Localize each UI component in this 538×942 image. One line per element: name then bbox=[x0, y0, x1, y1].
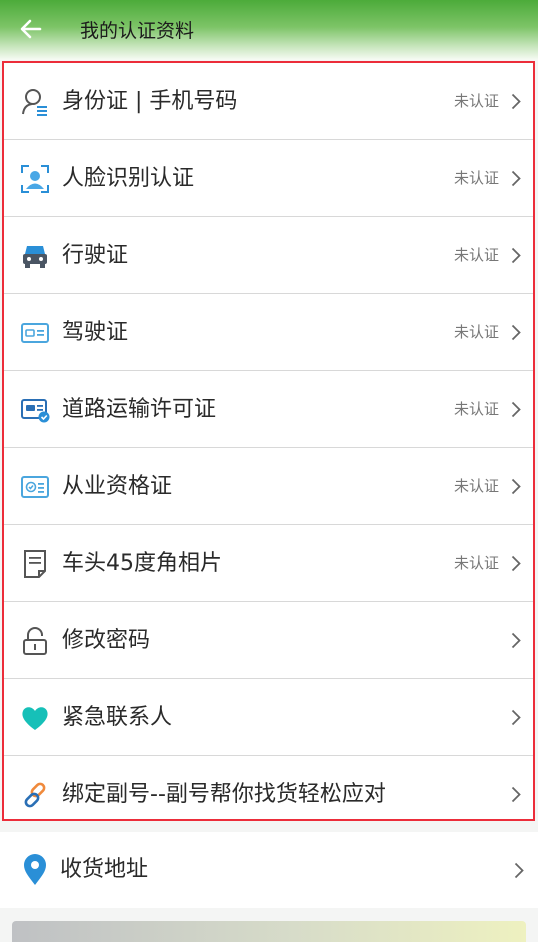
item-label: 驾驶证 bbox=[62, 320, 129, 345]
list-item-emergency-contact[interactable]: 紧急联系人 bbox=[4, 679, 533, 756]
status-badge: 未认证 bbox=[453, 169, 499, 187]
chevron-right-icon bbox=[511, 709, 521, 726]
item-label: 身份证 | 手机号码 bbox=[62, 89, 238, 114]
chevron-right-icon bbox=[511, 247, 521, 264]
item-label: 车头45度角相片 bbox=[62, 551, 222, 576]
photo-document-icon bbox=[24, 550, 46, 578]
list-item-change-password[interactable]: 修改密码 bbox=[4, 602, 533, 679]
list-item-vehicle-license[interactable]: 行驶证 未认证 bbox=[4, 217, 533, 294]
item-label: 修改密码 bbox=[62, 628, 151, 653]
chevron-right-icon bbox=[511, 401, 521, 418]
status-badge: 未认证 bbox=[453, 246, 499, 264]
qualification-card-icon bbox=[21, 476, 49, 498]
chevron-right-icon bbox=[514, 862, 524, 879]
link-icon bbox=[24, 782, 46, 808]
chevron-right-icon bbox=[511, 555, 521, 572]
lock-icon bbox=[23, 627, 47, 655]
face-scan-icon bbox=[21, 165, 49, 193]
promo-banner[interactable] bbox=[12, 921, 526, 942]
list-item-qualification[interactable]: 从业资格证 未认证 bbox=[4, 448, 533, 525]
list-item-delivery-address[interactable]: 收货地址 bbox=[0, 832, 538, 908]
location-pin-icon bbox=[24, 854, 46, 885]
status-badge: 未认证 bbox=[453, 323, 499, 341]
list-item-transport-permit[interactable]: 道路运输许可证 未认证 bbox=[4, 371, 533, 448]
transport-permit-icon bbox=[21, 399, 50, 423]
car-icon bbox=[23, 246, 47, 268]
list-item-driver-license[interactable]: 驾驶证 未认证 bbox=[4, 294, 533, 371]
chevron-right-icon bbox=[511, 786, 521, 803]
status-badge: 未认证 bbox=[453, 554, 499, 572]
back-arrow-icon[interactable] bbox=[18, 16, 44, 42]
chevron-right-icon bbox=[511, 632, 521, 649]
chevron-right-icon bbox=[511, 170, 521, 187]
page-title: 我的认证资料 bbox=[80, 20, 195, 42]
item-label: 收货地址 bbox=[60, 857, 149, 882]
item-label: 紧急联系人 bbox=[62, 705, 173, 730]
status-badge: 未认证 bbox=[453, 92, 499, 110]
heart-icon bbox=[22, 707, 48, 730]
chevron-right-icon bbox=[511, 478, 521, 495]
certification-list: 身份证 | 手机号码 未认证 人脸识别认证 未认证 行驶证 未认证 驾驶证 未认… bbox=[2, 61, 535, 821]
item-label: 行驶证 bbox=[62, 243, 129, 268]
item-label: 从业资格证 bbox=[62, 474, 173, 499]
list-item-bind-secondary[interactable]: 绑定副号--副号帮你找货轻松应对 bbox=[4, 756, 533, 833]
item-label: 人脸识别认证 bbox=[62, 166, 195, 191]
status-badge: 未认证 bbox=[453, 477, 499, 495]
list-item-front-photo[interactable]: 车头45度角相片 未认证 bbox=[4, 525, 533, 602]
chevron-right-icon bbox=[511, 324, 521, 341]
driver-license-icon bbox=[21, 323, 49, 343]
list-item-face[interactable]: 人脸识别认证 未认证 bbox=[4, 140, 533, 217]
status-badge: 未认证 bbox=[453, 400, 499, 418]
item-label: 道路运输许可证 bbox=[62, 397, 217, 422]
item-label: 绑定副号--副号帮你找货轻松应对 bbox=[62, 782, 386, 807]
chevron-right-icon bbox=[511, 93, 521, 110]
id-search-icon bbox=[22, 89, 47, 116]
list-item-id-phone[interactable]: 身份证 | 手机号码 未认证 bbox=[4, 63, 533, 140]
app-header: 我的认证资料 bbox=[0, 0, 538, 60]
